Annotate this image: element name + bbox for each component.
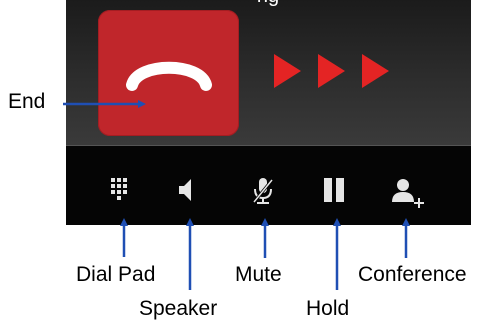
end-callout: End	[8, 90, 46, 113]
hold-callout: Hold	[306, 297, 350, 320]
mute-callout: Mute	[235, 263, 282, 286]
speaker-callout: Speaker	[139, 297, 218, 320]
dial-pad-callout: Dial Pad	[76, 263, 156, 286]
conference-callout: Conference	[358, 263, 467, 286]
